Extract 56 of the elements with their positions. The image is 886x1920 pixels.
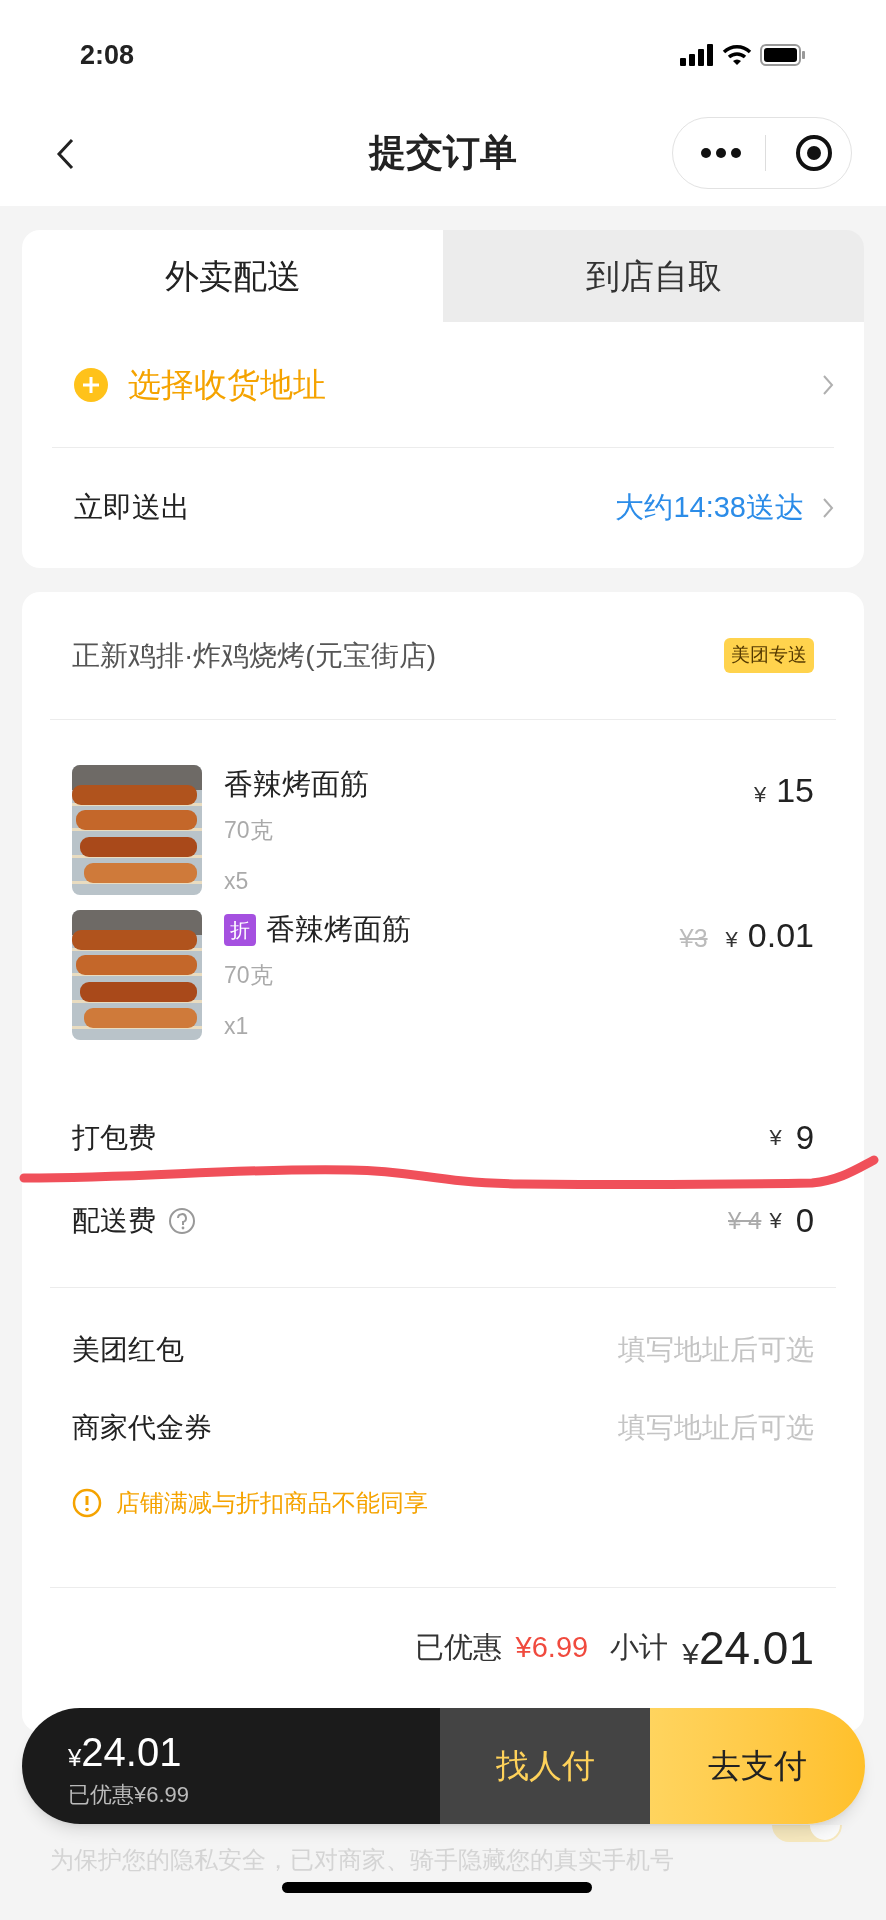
store-name: 正新鸡排·炸鸡烧烤(元宝街店) bbox=[72, 638, 436, 673]
currency-sign: ¥ bbox=[753, 781, 767, 809]
status-time: 2:08 bbox=[80, 38, 135, 72]
item-quantity: x1 bbox=[224, 1011, 250, 1041]
delivery-tab[interactable]: 外卖配送 bbox=[22, 230, 443, 322]
coupon-hint: 填写地址后可选 bbox=[618, 1333, 814, 1367]
item-name: 香辣烤面筋 bbox=[224, 767, 369, 803]
add-icon bbox=[74, 367, 108, 402]
coupon-label: 商家代金券 bbox=[72, 1411, 212, 1445]
fee-amount: 9 bbox=[795, 1117, 814, 1158]
delivery-tab[interactable]: 到店自取 bbox=[443, 230, 864, 322]
chevron-icon bbox=[822, 497, 834, 519]
item-quantity: x5 bbox=[224, 866, 250, 896]
coupon-row[interactable]: 美团红包 填写地址后可选 bbox=[72, 1311, 814, 1389]
item-spec: 70克 bbox=[224, 816, 274, 845]
currency-sign: ¥ bbox=[725, 926, 738, 954]
target-icon[interactable] bbox=[794, 133, 834, 173]
currency-sign: ¥ bbox=[769, 1207, 782, 1235]
toggle-switch[interactable] bbox=[772, 1825, 842, 1842]
coupon-hint: 填写地址后可选 bbox=[618, 1411, 814, 1445]
saved-label: 已优惠 bbox=[414, 1630, 502, 1666]
subtotal-amount: 24.01 bbox=[698, 1620, 814, 1676]
page-title: 提交订单 bbox=[369, 131, 517, 176]
item-price: 15 bbox=[776, 770, 814, 811]
original-price: ¥3 bbox=[679, 923, 708, 954]
more-icon[interactable] bbox=[701, 148, 741, 158]
delivery-badge: 美团专送 bbox=[724, 638, 814, 673]
pay-button[interactable]: 去支付 bbox=[650, 1708, 865, 1824]
total-amount: 24.01 bbox=[81, 1728, 182, 1776]
notice-text: 店铺满减与折扣商品不能同享 bbox=[116, 1488, 428, 1518]
fee-label: 打包费 bbox=[72, 1120, 156, 1155]
fee-amount: 0 bbox=[795, 1200, 814, 1241]
back-icon[interactable] bbox=[56, 138, 74, 170]
currency-sign: ¥ bbox=[682, 1636, 699, 1672]
item-name: 香辣烤面筋 bbox=[266, 912, 411, 948]
original-fee: ¥ 4 bbox=[728, 1205, 762, 1236]
warning-icon bbox=[72, 1488, 102, 1518]
coupon-label: 美团红包 bbox=[72, 1333, 184, 1367]
ask-friend-button[interactable]: 找人付 bbox=[440, 1708, 650, 1824]
subtotal-label: 小计 bbox=[610, 1630, 669, 1666]
chevron-icon bbox=[822, 373, 834, 396]
item-spec: 70克 bbox=[224, 961, 274, 990]
item-price: 0.01 bbox=[747, 915, 814, 956]
wifi-icon bbox=[722, 44, 752, 66]
delivery-label: 立即送出 bbox=[74, 490, 191, 526]
fee-label: 配送费 bbox=[72, 1203, 156, 1238]
battery-icon bbox=[760, 44, 806, 66]
address-label: 选择收货地址 bbox=[128, 364, 327, 405]
currency-sign: ¥ bbox=[769, 1124, 782, 1152]
saved-note: 已优惠¥6.99 bbox=[68, 1780, 191, 1809]
discount-tag: 折 bbox=[224, 914, 256, 946]
coupon-row[interactable]: 商家代金券 填写地址后可选 bbox=[72, 1389, 814, 1467]
signal-icon bbox=[680, 44, 714, 66]
help-icon[interactable] bbox=[168, 1206, 196, 1235]
saved-amount: ¥6.99 bbox=[515, 1630, 589, 1666]
currency-sign: ¥ bbox=[68, 1743, 82, 1773]
